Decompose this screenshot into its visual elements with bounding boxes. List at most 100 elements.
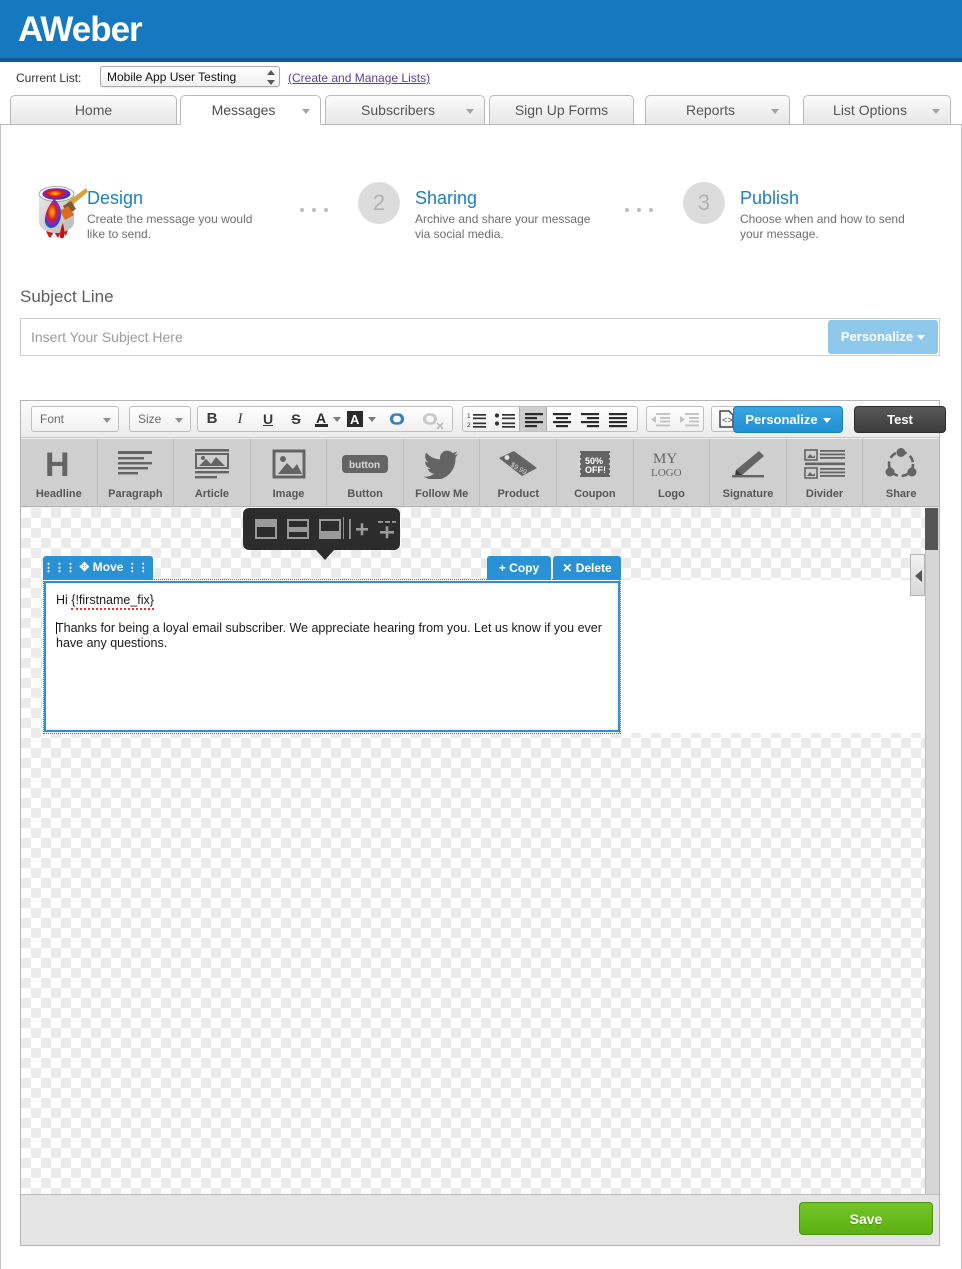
email-column-2-placeholder[interactable] — [619, 580, 939, 733]
palette-item-share[interactable]: Share — [863, 439, 939, 507]
chevron-down-icon[interactable] — [466, 109, 474, 114]
email-paragraph[interactable]: Thanks for being a loyal email subscribe… — [56, 621, 608, 651]
move-arrows-icon: ✥ — [79, 560, 90, 574]
bulleted-list-icon[interactable] — [491, 407, 519, 431]
italic-icon[interactable]: I — [226, 407, 254, 431]
toolbar-personalize-label: Personalize — [745, 412, 818, 427]
align-right-icon[interactable] — [576, 407, 604, 431]
palette-item-signature[interactable]: Signature — [710, 439, 787, 507]
outdent-icon[interactable] — [647, 407, 675, 431]
palette-item-product-label: Product — [497, 488, 540, 500]
tab-subscribers[interactable]: Subscribers — [325, 95, 485, 125]
subject-line-box: Personalize — [20, 318, 940, 356]
layout-popover — [243, 508, 400, 550]
palette-item-divider-label: Divider — [805, 488, 844, 500]
svg-text:H: H — [45, 448, 70, 480]
tab-messages[interactable]: Messages — [180, 95, 321, 125]
indent-icon[interactable] — [676, 407, 704, 431]
tab-reports[interactable]: Reports — [645, 95, 790, 125]
svg-text:2: 2 — [467, 422, 471, 429]
image-icon — [251, 447, 327, 481]
chevron-left-icon — [915, 570, 922, 582]
message-editor: Font Size B I U S A A 1 2 <> Personalize… — [20, 400, 946, 1246]
link-icon[interactable] — [380, 407, 414, 431]
layout-fill-top-icon[interactable] — [253, 516, 279, 542]
step-sharing-desc: Archive and share your message via socia… — [415, 212, 591, 241]
canvas-scrollbar-track[interactable] — [925, 508, 939, 1194]
add-row-icon[interactable] — [375, 516, 399, 542]
tab-subscribers-label: Subscribers — [361, 102, 435, 118]
sidebar-collapse-toggle[interactable] — [910, 554, 925, 596]
tab-sign-up-forms[interactable]: Sign Up Forms — [489, 95, 634, 125]
align-justify-icon[interactable] — [604, 407, 632, 431]
plus-icon: + — [498, 561, 506, 575]
palette-item-paragraph-label: Paragraph — [108, 488, 163, 500]
email-text-block[interactable]: Hi {!firstname_fix} Thanks for being a l… — [44, 581, 620, 732]
font-size-label: Size — [138, 412, 162, 426]
toolbar-personalize-button[interactable]: Personalize — [733, 406, 843, 433]
bold-icon[interactable]: B — [198, 407, 226, 431]
palette-item-button-label: Button — [347, 488, 383, 500]
canvas-scrollbar-thumb[interactable] — [925, 508, 938, 550]
paragraph-icon — [98, 447, 174, 481]
divider-icon — [787, 447, 863, 481]
test-button[interactable]: Test — [854, 406, 946, 433]
editor-footer: Save — [21, 1194, 939, 1245]
unlink-icon[interactable] — [414, 407, 452, 431]
palette-item-image[interactable]: Image — [251, 439, 328, 507]
strikethrough-icon[interactable]: S — [282, 407, 310, 431]
underline-icon[interactable]: U — [254, 407, 282, 431]
palette-item-logo[interactable]: MY LOGO Logo — [634, 439, 711, 507]
stepper-icon[interactable] — [267, 70, 275, 85]
palette-item-headline[interactable]: H Headline — [21, 439, 98, 507]
palette-item-coupon[interactable]: 50% OFF! Coupon — [557, 439, 634, 507]
current-list-value: Mobile App User Testing — [107, 70, 237, 84]
text-color-icon[interactable]: A — [310, 407, 344, 431]
highlight-color-icon[interactable]: A — [344, 407, 380, 431]
palette-item-follow-me[interactable]: Follow Me — [404, 439, 481, 507]
chevron-down-icon[interactable] — [302, 109, 310, 114]
layout-fill-bottom-icon[interactable] — [317, 516, 343, 542]
svg-text:<>: <> — [722, 416, 733, 426]
subject-personalize-button[interactable]: Personalize — [828, 320, 938, 354]
block-delete-button[interactable]: ✕ Delete — [553, 556, 621, 580]
palette-item-button[interactable]: button Button — [327, 439, 404, 507]
chevron-down-icon[interactable] — [932, 109, 940, 114]
tab-home[interactable]: Home — [10, 95, 177, 125]
block-delete-label: Delete — [575, 561, 612, 575]
font-family-dropdown[interactable]: Font — [31, 406, 119, 432]
palette-item-signature-label: Signature — [722, 488, 774, 500]
palette-item-paragraph[interactable]: Paragraph — [98, 439, 175, 507]
current-list-select[interactable]: Mobile App User Testing — [100, 66, 280, 87]
save-button[interactable]: Save — [799, 1202, 933, 1235]
palette-item-follow-me-label: Follow Me — [415, 488, 469, 500]
coupon-icon: 50% OFF! — [557, 447, 633, 481]
block-move-label: Move — [92, 560, 124, 574]
numbered-list-icon[interactable]: 1 2 — [463, 407, 491, 431]
block-copy-button[interactable]: + Copy — [487, 556, 551, 580]
font-size-dropdown[interactable]: Size — [129, 406, 191, 432]
block-move-handle[interactable]: ⋮⋮⋮ ✥ Move ⋮⋮⋮ — [43, 556, 160, 580]
chevron-down-icon — [917, 335, 926, 341]
aweber-message-editor-page: AWeber My Lists My Apps Help Dan danhana… — [0, 0, 962, 1269]
layout-fill-middle-icon[interactable] — [285, 516, 311, 542]
align-left-icon[interactable] — [519, 407, 547, 431]
create-manage-lists-link[interactable]: (Create and Manage Lists) — [288, 71, 430, 85]
chevron-down-icon[interactable] — [771, 109, 779, 114]
format-toolbar: Font Size B I U S A A 1 2 <> Personalize… — [21, 401, 946, 438]
palette-item-divider[interactable]: Divider — [787, 439, 864, 507]
tab-sign-up-forms-label: Sign Up Forms — [514, 102, 609, 118]
palette-item-share-label: Share — [885, 488, 917, 500]
subject-input[interactable] — [21, 319, 841, 355]
logo-icon: MY LOGO — [634, 447, 710, 481]
email-canvas[interactable]: ⋮⋮⋮ ✥ Move ⋮⋮⋮ + Copy ✕ Delete Hi {!firs… — [21, 508, 939, 1194]
add-column-icon[interactable] — [347, 516, 371, 542]
block-copy-label: Copy — [509, 561, 540, 575]
palette-item-product[interactable]: $9.99 Product — [480, 439, 558, 507]
palette-item-article[interactable]: Article — [174, 439, 251, 507]
tab-list-options[interactable]: List Options — [803, 95, 951, 125]
align-center-icon[interactable] — [548, 407, 576, 431]
palette-item-coupon-label: Coupon — [574, 488, 616, 500]
email-greeting-line[interactable]: Hi {!firstname_fix} — [56, 593, 608, 610]
tab-list-options-label: List Options — [833, 102, 907, 118]
